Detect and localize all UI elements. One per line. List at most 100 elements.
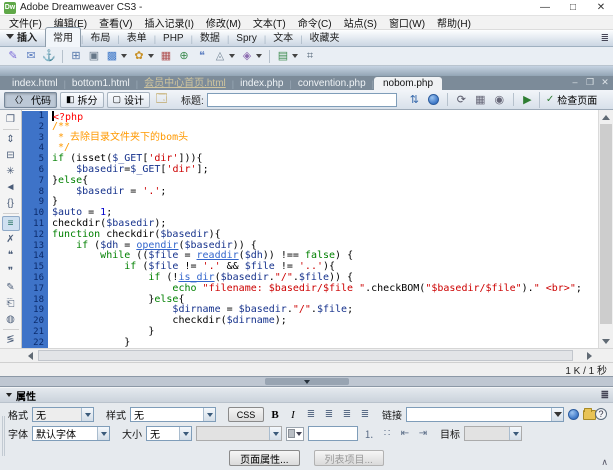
font-select[interactable]: 默认字体 [32, 426, 110, 441]
point-to-file-icon[interactable] [568, 409, 579, 420]
menu-item-8[interactable]: 窗口(W) [383, 15, 431, 30]
doc-tab-convention.php[interactable]: convention.php [292, 78, 372, 90]
doc-minimize-icon[interactable]: ‒ [570, 77, 580, 88]
email-link-icon[interactable]: ✉ [23, 49, 39, 64]
minimize-icon[interactable]: — [539, 2, 551, 13]
insert-tab-PHP[interactable]: PHP [156, 32, 191, 46]
italic-button[interactable]: I [286, 409, 300, 421]
properties-header[interactable]: 属性 ≣ [0, 388, 613, 403]
code-editor[interactable]: 1<?php2/**3 * 去除目录文件夹下的bom头4 */5if (isse… [22, 110, 598, 348]
visual-aids-icon[interactable]: ◉ [491, 92, 508, 108]
scroll-up-icon[interactable] [599, 110, 613, 124]
doc-tab-index.php[interactable]: index.php [234, 78, 289, 90]
design-view-button[interactable]: ▢设计 [107, 92, 151, 108]
preview-browser-icon[interactable] [425, 92, 442, 108]
insert-tab-表单[interactable]: 表单 [120, 28, 154, 46]
balance-braces-icon[interactable]: {} [2, 196, 20, 211]
bold-button[interactable]: B [268, 409, 282, 421]
menu-item-9[interactable]: 帮助(H) [431, 15, 477, 30]
open-documents-icon[interactable]: ❐ [2, 112, 20, 127]
split-view-button[interactable]: ◧拆分 [60, 92, 104, 108]
align-center-icon[interactable]: ≣ [322, 408, 336, 421]
doc-tab-会员中心首页.html[interactable]: 会员中心首页.html [138, 74, 232, 90]
insert-tab-文本[interactable]: 文本 [266, 28, 300, 46]
align-right-icon[interactable]: ≣ [340, 408, 354, 421]
doc-close-icon[interactable]: ✕ [600, 77, 610, 88]
date-icon[interactable]: ▦ [158, 49, 174, 64]
scroll-down-icon[interactable] [599, 334, 613, 348]
scroll-right-icon[interactable] [581, 349, 597, 362]
refresh-icon[interactable]: ⟳ [453, 92, 470, 108]
collapse-full-tag-icon[interactable]: ⇕ [2, 132, 20, 147]
doc-restore-icon[interactable]: ❐ [585, 77, 595, 88]
collapse-selection-icon[interactable]: ⊟ [2, 148, 20, 163]
maximize-icon[interactable]: □ [567, 2, 579, 13]
code-view-button[interactable]: 〈〉代码 [4, 92, 57, 108]
title-input[interactable] [207, 93, 397, 107]
head-icon[interactable]: ◬ [212, 49, 228, 64]
link-input[interactable] [406, 407, 564, 422]
horizontal-scrollbar[interactable] [0, 348, 613, 362]
align-left-icon[interactable]: ≣ [304, 408, 318, 421]
format-source-icon[interactable]: ≶ [2, 332, 20, 347]
select-parent-tag-icon[interactable]: ◄ [2, 180, 20, 195]
file-management-icon[interactable]: ⇅ [406, 92, 423, 108]
table-icon[interactable]: ⊞ [68, 49, 84, 64]
media-icon[interactable]: ✿ [131, 49, 147, 64]
indent-icon[interactable]: ⇥ [416, 427, 430, 440]
tag-chooser-icon[interactable]: ⌗ [302, 49, 318, 64]
collapse-handle[interactable] [265, 378, 349, 385]
recent-snippets-icon[interactable]: ⎗ [2, 296, 20, 311]
unordered-list-icon[interactable]: ∷ [380, 427, 394, 440]
comment-icon[interactable]: ❝ [194, 49, 210, 64]
media-icon-dropdown[interactable] [148, 54, 154, 58]
view-options-icon[interactable]: ▦ [472, 92, 489, 108]
server-include-icon[interactable]: ⊕ [176, 49, 192, 64]
image-icon-dropdown[interactable] [121, 54, 127, 58]
text-color-picker[interactable] [286, 427, 304, 441]
apply-comment-icon[interactable]: ❝ [2, 248, 20, 263]
insert-bar-label[interactable]: 插入 [4, 29, 45, 46]
close-icon[interactable]: ✕ [595, 2, 607, 13]
validate-markup-icon[interactable]: ▶ [519, 92, 536, 108]
style-select[interactable]: 无 [130, 407, 216, 422]
vertical-scroll-thumb[interactable] [600, 124, 612, 324]
head-icon-dropdown[interactable] [229, 54, 235, 58]
menu-item-0[interactable]: 文件(F) [3, 15, 48, 30]
doc-tab-nobom.php[interactable]: nobom.php [374, 77, 442, 90]
panel-divider[interactable] [0, 376, 613, 387]
insert-tab-常用[interactable]: 常用 [45, 27, 81, 47]
css-button[interactable]: CSS [228, 407, 264, 422]
properties-menu-icon[interactable]: ≣ [601, 390, 609, 401]
templates-icon-dropdown[interactable] [292, 54, 298, 58]
script-icon[interactable]: ◈ [239, 49, 255, 64]
insert-div-icon[interactable]: ▣ [86, 49, 102, 64]
doc-tab-bottom1.html[interactable]: bottom1.html [66, 78, 136, 90]
insert-tab-收藏夹[interactable]: 收藏夹 [303, 28, 347, 46]
scroll-left-icon[interactable] [22, 349, 38, 362]
insert-tab-布局[interactable]: 布局 [83, 28, 117, 46]
ordered-list-icon[interactable]: ⒈ [362, 427, 376, 440]
live-data-icon-button[interactable]: 🗔 [153, 92, 170, 108]
panel-resize-icon[interactable]: ∧ [601, 457, 608, 468]
insert-bar-menu-icon[interactable]: ≣ [601, 33, 609, 44]
highlight-invalid-code-icon[interactable]: ✗ [2, 232, 20, 247]
script-icon-dropdown[interactable] [256, 54, 262, 58]
templates-icon[interactable]: ▤ [275, 49, 291, 64]
line-numbers-icon[interactable]: ≡ [2, 216, 20, 231]
named-anchor-icon[interactable]: ⚓ [41, 49, 57, 64]
image-icon[interactable]: ▩ [104, 49, 120, 64]
expand-all-icon[interactable]: ✳ [2, 164, 20, 179]
horizontal-scroll-thumb[interactable] [38, 350, 573, 361]
insert-tab-数据[interactable]: 数据 [193, 28, 227, 46]
help-icon[interactable]: ? [595, 408, 607, 420]
vertical-scrollbar[interactable] [598, 110, 613, 348]
format-select[interactable]: 无 [32, 407, 94, 422]
wrap-tag-icon[interactable]: ✎ [2, 280, 20, 295]
remove-comment-icon[interactable]: ❞ [2, 264, 20, 279]
outdent-icon[interactable]: ⇤ [398, 427, 412, 440]
align-justify-icon[interactable]: ≣ [358, 408, 372, 421]
size-select[interactable]: 无 [146, 426, 192, 441]
color-value-input[interactable] [308, 426, 358, 441]
hyperlink-icon[interactable]: ✎ [5, 49, 21, 64]
